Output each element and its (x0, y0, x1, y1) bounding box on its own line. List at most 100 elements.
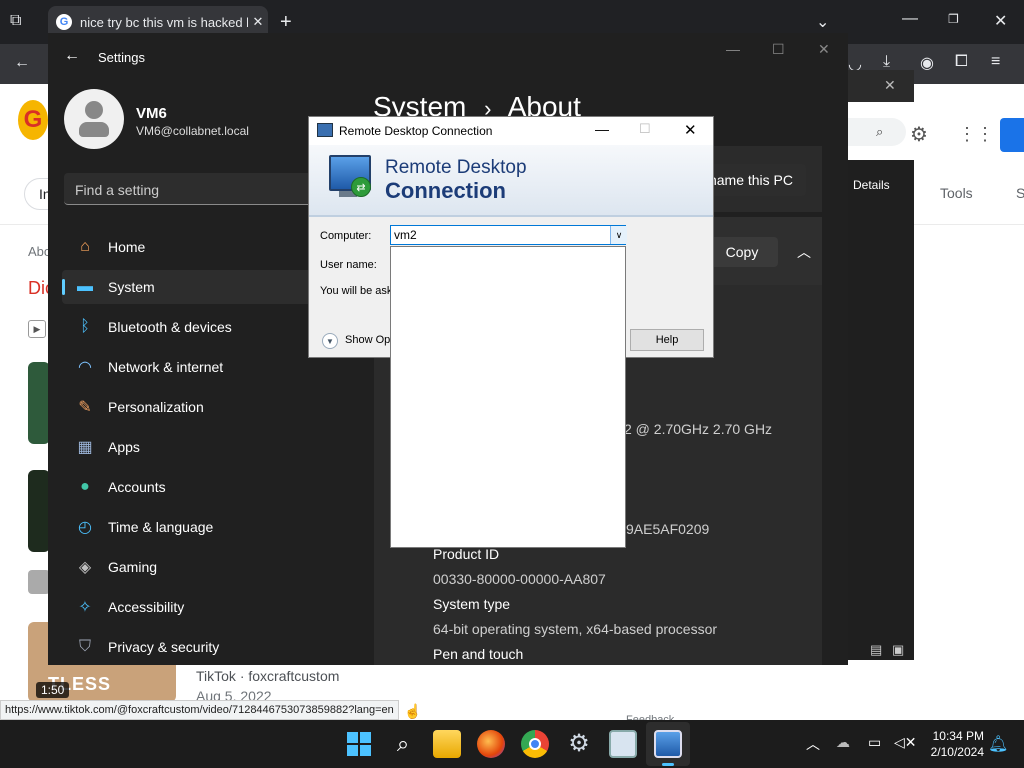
rdc-taskbar-icon[interactable] (654, 730, 682, 758)
s-link[interactable]: S (1016, 185, 1024, 201)
firefox-icon[interactable] (477, 730, 505, 758)
expand-options-icon[interactable]: ▼ (322, 333, 338, 349)
status-url: https://www.tiktok.com/@foxcraftcustom/v… (0, 700, 399, 720)
extensions-icon[interactable]: ⧠ (955, 53, 968, 71)
sidebar-item-accessibility[interactable]: ✧ Accessibility (62, 590, 358, 624)
sidebar-item-accounts[interactable]: ● Accounts (62, 470, 358, 504)
mouse-cursor-icon: ☝ (404, 703, 422, 719)
tab-title: nice try bc this vm is hacked by (80, 14, 248, 30)
tab-search-icon[interactable]: ⧉ (10, 12, 21, 30)
user-name: VM6 (136, 105, 167, 122)
account-icon[interactable]: ◉ (920, 53, 934, 73)
help-button[interactable]: Help (630, 329, 704, 351)
restore-icon[interactable]: ❐ (948, 12, 959, 26)
settings-title: Settings (98, 50, 145, 65)
view-tiles-icon[interactable]: ▣ (892, 642, 904, 658)
brush-icon: ✎ (78, 399, 92, 416)
sidebar-item-label: Accounts (108, 479, 166, 495)
active-indicator (662, 763, 674, 766)
close-icon[interactable]: ✕ (684, 121, 697, 139)
details-tab[interactable]: Details (853, 178, 890, 192)
back-arrow-icon[interactable]: ← (14, 54, 30, 72)
view-list-icon[interactable]: ▤ (870, 642, 882, 658)
browser-sidepanel-header: ✕ (848, 70, 914, 102)
sidebar-item-gaming[interactable]: ◈ Gaming (62, 550, 358, 584)
maximize-icon[interactable]: ☐ (772, 41, 785, 58)
sign-in-button[interactable] (1000, 118, 1024, 152)
minimize-icon[interactable]: — (902, 10, 918, 28)
sidebar-item-label: Home (108, 239, 146, 255)
chevron-up-icon[interactable]: ︿ (806, 734, 820, 754)
menu-icon[interactable]: ≡ (991, 53, 1000, 71)
minimize-icon[interactable]: — (595, 121, 609, 137)
chevron-down-icon[interactable]: ∨ (610, 226, 627, 244)
settings-gear-icon[interactable]: ⚙ (565, 730, 593, 758)
sidebar-item-label: System (108, 279, 155, 295)
new-tab-icon[interactable]: + (280, 11, 292, 34)
search-icon[interactable]: ⌕ (876, 124, 883, 140)
sidebar-item-label: Privacy & security (108, 639, 220, 655)
volume-muted-icon[interactable]: ◁✕ (894, 734, 917, 751)
video-thumbnail[interactable] (28, 570, 50, 594)
close-icon[interactable]: ✕ (818, 41, 830, 58)
rdc-titlebar[interactable]: Remote Desktop Connection — ☐ ✕ (309, 117, 713, 145)
chevron-up-icon[interactable]: ︿ (790, 237, 818, 267)
control-panel-icon[interactable] (609, 730, 637, 758)
apps-grid-icon[interactable]: ⋮⋮ (958, 124, 994, 145)
system-type-value: 64-bit operating system, x64-based proce… (433, 621, 718, 637)
computer-input[interactable]: vm2 (390, 225, 626, 245)
home-icon: ⌂ (80, 238, 90, 255)
maximize-icon: ☐ (639, 121, 651, 136)
video-thumbnail[interactable] (28, 362, 50, 444)
computer-dropdown-list[interactable] (390, 246, 626, 548)
download-icon[interactable]: ⤓ (883, 53, 890, 71)
search-icon[interactable]: ⌕ (389, 730, 417, 758)
globe-clock-icon: ◴ (78, 519, 92, 536)
network-icon[interactable]: ☁ (836, 734, 850, 751)
tools-link[interactable]: Tools (940, 185, 973, 201)
processor-value: 2 @ 2.70GHz 2.70 GHz (624, 421, 773, 437)
clock-date[interactable]: 2/10/2024 (924, 745, 984, 759)
username-label: User name: (320, 259, 377, 271)
avatar-body (79, 122, 109, 137)
display-icon[interactable]: ▭ (868, 734, 881, 751)
file-explorer-icon[interactable] (433, 730, 461, 758)
sidebar-item-privacy-security[interactable]: ⛉ Privacy & security (62, 630, 358, 664)
rdc-banner: ⇄ (309, 145, 713, 217)
notification-bell-icon[interactable]: 🔔︎ (988, 734, 1008, 754)
sidebar-item-personalization[interactable]: ✎ Personalization (62, 390, 358, 424)
back-arrow-icon[interactable]: ← (64, 47, 80, 65)
rdc-banner-line2: Connection (385, 178, 506, 203)
gear-icon[interactable]: ⚙ (910, 122, 928, 147)
tab-close-icon[interactable]: ✕ (248, 14, 268, 30)
sidebar-item-time-language[interactable]: ◴ Time & language (62, 510, 358, 544)
tab-list-chevron-icon[interactable]: ⌄ (816, 12, 829, 32)
info-text: You will be ask (320, 285, 393, 297)
start-windows-icon[interactable] (345, 730, 373, 758)
wifi-icon: ◠ (78, 359, 92, 376)
pen-touch-label: Pen and touch (433, 646, 524, 662)
google-doodle-icon[interactable]: G (18, 100, 48, 140)
show-options-link[interactable]: Show Opt (345, 334, 393, 346)
device-id-value: 9AE5AF0209 (626, 521, 710, 537)
chrome-icon[interactable] (521, 730, 549, 758)
search-box-fragment[interactable]: ⌕ (848, 118, 906, 146)
sidebar-item-label: Gaming (108, 559, 158, 575)
video-thumbnail[interactable] (28, 470, 50, 552)
copy-button[interactable]: Copy (706, 237, 778, 267)
minimize-icon[interactable]: — (726, 41, 740, 57)
rdc-banner-line1: Remote Desktop (385, 157, 527, 178)
sidebar-item-label: Time & language (108, 519, 214, 535)
product-id-label: Product ID (433, 546, 500, 562)
video-channel[interactable]: TikTok · foxcraftcustom (196, 668, 339, 684)
close-icon[interactable]: ✕ (994, 11, 1007, 31)
clock-time[interactable]: 10:34 PM (924, 729, 984, 743)
rdc-title: Remote Desktop Connection (339, 124, 493, 138)
sidebar-item-label: Apps (108, 439, 140, 455)
product-id-value: 00330-80000-00000-AA807 (433, 571, 606, 587)
gamepad-icon: ◈ (78, 559, 92, 576)
panel-close-icon[interactable]: ✕ (884, 77, 896, 94)
sidebar-item-apps[interactable]: ▦ Apps (62, 430, 358, 464)
monitor-icon: ▬ (77, 278, 93, 295)
avatar[interactable] (64, 89, 124, 149)
